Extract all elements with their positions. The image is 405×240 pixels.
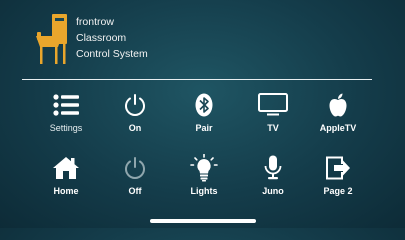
frontrow-chair-logo-icon: [34, 14, 70, 66]
home-label: Home: [53, 186, 79, 196]
power-off-icon: [100, 152, 170, 184]
brand-line-3: Control System: [76, 48, 148, 60]
juno-button[interactable]: Juno: [238, 152, 308, 206]
bluetooth-icon: [169, 89, 239, 121]
brand-title: frontrow Classroom Control System: [76, 14, 148, 62]
settings-button[interactable]: Settings: [31, 89, 101, 143]
microphone-icon: [238, 152, 308, 184]
page-2-label: Page 2: [323, 186, 353, 196]
home-indicator-bar[interactable]: [150, 219, 256, 223]
off-button[interactable]: Off: [100, 152, 170, 206]
appletv-button[interactable]: AppleTV: [303, 89, 373, 143]
power-icon: [100, 89, 170, 121]
home-button[interactable]: Home: [31, 152, 101, 206]
apple-icon: [303, 89, 373, 121]
lights-label: Lights: [190, 186, 218, 196]
brand-line-1: frontrow: [76, 16, 114, 28]
home-icon: [31, 152, 101, 184]
page-next-icon: [303, 152, 373, 184]
tv-button[interactable]: TV: [238, 89, 308, 143]
off-label: Off: [128, 186, 142, 196]
brand-line-2: Classroom: [76, 32, 127, 44]
lightbulb-icon: [169, 152, 239, 184]
on-button[interactable]: On: [100, 89, 170, 143]
pair-label: Pair: [195, 123, 213, 133]
appletv-label: AppleTV: [319, 123, 357, 133]
tv-icon: [238, 89, 308, 121]
lights-button[interactable]: Lights: [169, 152, 239, 206]
juno-label: Juno: [262, 186, 284, 196]
on-label: On: [128, 123, 142, 133]
page-2-button[interactable]: Page 2: [303, 152, 373, 206]
list-icon: [31, 89, 101, 121]
settings-label: Settings: [49, 123, 83, 133]
pair-button[interactable]: Pair: [169, 89, 239, 143]
tv-label: TV: [267, 123, 279, 133]
header-divider: [22, 79, 372, 80]
